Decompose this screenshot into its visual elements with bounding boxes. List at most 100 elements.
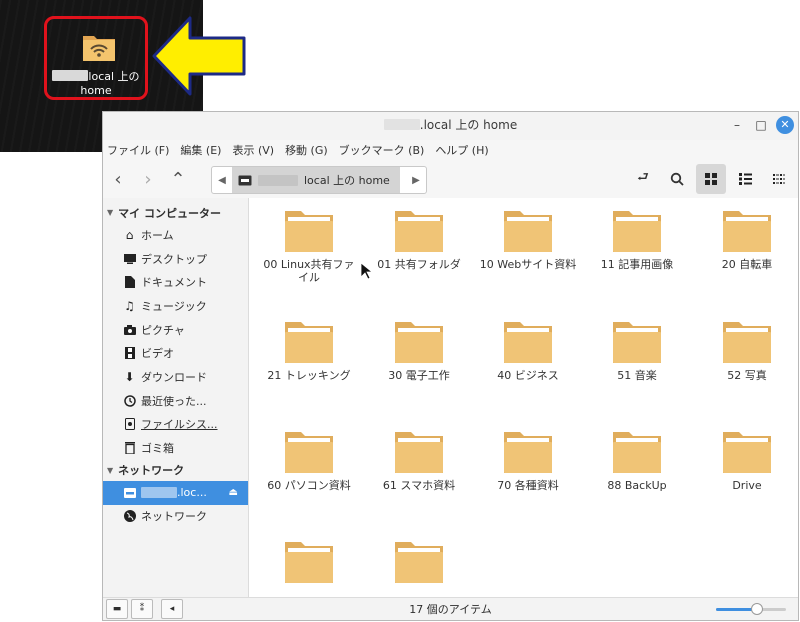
redacted-text <box>258 174 298 186</box>
redacted-text <box>141 487 177 499</box>
sidebar-section-network[interactable]: ▼ ネットワーク <box>103 460 248 481</box>
camera-icon <box>123 323 136 336</box>
sidebar: ▼ マイ コンピューター ⌂ ホーム デスクトップ ドキュメント ♫ ミュージック ピ… <box>103 198 249 598</box>
folder-item[interactable]: 51 音楽 <box>587 319 687 382</box>
path-left-arrow-icon[interactable]: ◀ <box>212 175 232 186</box>
sidebar-item-home[interactable]: ⌂ ホーム <box>103 223 248 247</box>
compact-view-button[interactable] <box>764 164 794 194</box>
sidebar-item-network-share[interactable]: .loc... ⏏ <box>103 480 248 505</box>
sidebar-item-desktop[interactable]: デスクトップ <box>103 247 248 271</box>
sidebar-item-pictures[interactable]: ピクチャ <box>103 318 248 342</box>
folder-icon <box>285 432 333 473</box>
sidebar-item-videos[interactable]: ビデオ <box>103 341 248 365</box>
folder-item[interactable]: 21 トレッキング <box>259 319 359 382</box>
folder-icon <box>723 322 771 363</box>
menu-go[interactable]: 移動 (G) <box>285 142 328 158</box>
folder-item[interactable]: 60 パソコン資料 <box>259 429 359 492</box>
file-manager-window: .local 上の home – □ ✕ ファイル (F) 編集 (E) 表示 … <box>102 111 799 621</box>
sidebar-item-filesystem[interactable]: ファイルシス... <box>103 413 248 437</box>
folder-name: 61 スマホ資料 <box>382 479 456 492</box>
folder-icon <box>285 211 333 252</box>
chevron-left-icon: ‹ <box>114 168 122 190</box>
statusbar: ▬ ⁑ ◂ 17 個のアイテム <box>103 597 798 620</box>
folder-icon <box>504 432 552 473</box>
folder-icon <box>395 542 443 583</box>
folder-item[interactable]: 01 共有フォルダ <box>369 208 469 271</box>
folder-name: 88 BackUp <box>607 479 667 492</box>
chevron-up-icon: ⌃ <box>170 168 186 190</box>
folder-item[interactable]: 11 記事用画像 <box>587 208 687 271</box>
folder-icon <box>504 211 552 252</box>
network-drive-icon <box>238 175 252 185</box>
folder-name: Drive <box>732 479 762 492</box>
sidebar-item-music[interactable]: ♫ ミュージック <box>103 294 248 318</box>
redacted-text <box>52 70 89 81</box>
folder-item[interactable]: 70 各種資料 <box>478 429 578 492</box>
sidebar-item-downloads[interactable]: ⬇ ダウンロード <box>103 365 248 389</box>
sidebar-item-documents[interactable]: ドキュメント <box>103 270 248 294</box>
toolbar: ‹ › ⌃ ◀ local 上の home ▶ ⮐ <box>103 160 798 198</box>
back-button[interactable]: ‹ <box>103 164 133 194</box>
menu-view[interactable]: 表示 (V) <box>232 142 274 158</box>
path-right-arrow-icon[interactable]: ▶ <box>406 175 426 186</box>
folder-name: 11 記事用画像 <box>600 258 674 271</box>
folder-item[interactable]: 00 Linux共有ファイル <box>259 208 359 284</box>
expand-triangle-icon: ▼ <box>107 465 114 475</box>
search-icon <box>670 172 684 186</box>
folder-item[interactable]: 52 写真 <box>697 319 797 382</box>
sidebar-item-recent[interactable]: 最近使った... <box>103 389 248 413</box>
clock-icon <box>123 394 136 407</box>
folder-icon <box>723 432 771 473</box>
menu-file[interactable]: ファイル (F) <box>107 142 169 158</box>
home-icon: ⌂ <box>125 227 134 242</box>
folder-item[interactable]: 40 ビジネス <box>478 319 578 382</box>
up-button[interactable]: ⌃ <box>163 164 193 194</box>
list-view-icon <box>738 173 752 185</box>
document-icon <box>123 276 136 289</box>
menu-bookmarks[interactable]: ブックマーク (B) <box>339 142 425 158</box>
download-icon: ⬇ <box>124 369 135 384</box>
folder-icon <box>395 322 443 363</box>
folder-item[interactable]: 20 自転車 <box>697 208 797 271</box>
path-crumb[interactable]: local 上の home <box>232 167 400 193</box>
zoom-slider[interactable] <box>716 603 786 615</box>
file-grid: 00 Linux共有ファイル 01 共有フォルダ 10 Webサイト資料 11 記事用… <box>249 198 798 598</box>
mouse-cursor-icon <box>360 262 374 280</box>
window-title: .local 上の home <box>419 118 518 132</box>
minimize-button[interactable]: – <box>728 116 746 134</box>
compact-view-icon <box>773 174 785 184</box>
sidebar-item-network[interactable]: ネットワーク <box>103 505 248 529</box>
folder-name: 52 写真 <box>727 369 767 382</box>
folder-item[interactable]: 30 電子工作 <box>369 319 469 382</box>
list-view-button[interactable] <box>730 164 760 194</box>
folder-name: 01 共有フォルダ <box>377 258 461 271</box>
sidebar-section-computer[interactable]: ▼ マイ コンピューター <box>103 202 248 223</box>
folder-item[interactable]: Drive <box>697 429 797 492</box>
folder-item[interactable]: 88 BackUp <box>587 429 687 492</box>
eject-icon[interactable]: ⏏ <box>229 487 238 498</box>
sidebar-item-trash[interactable]: ゴミ箱 <box>103 436 248 460</box>
toggle-location-button[interactable]: ⮐ <box>628 164 658 194</box>
close-button[interactable]: ✕ <box>776 116 794 134</box>
folder-icon <box>395 211 443 252</box>
folder-icon <box>285 542 333 583</box>
music-icon: ♫ <box>124 298 135 313</box>
folder-item[interactable]: 61 スマホ資料 <box>369 429 469 492</box>
grid-view-icon <box>705 173 717 185</box>
desktop-network-home-icon[interactable]: local 上の home <box>44 16 148 100</box>
location-toggle-icon: ⮐ <box>637 170 649 185</box>
expand-triangle-icon: ▼ <box>107 208 114 217</box>
folder-item[interactable] <box>259 539 359 589</box>
folder-item[interactable] <box>369 539 469 589</box>
folder-name: 21 トレッキング <box>267 369 351 382</box>
icon-view-button[interactable] <box>696 164 726 194</box>
forward-button[interactable]: › <box>133 164 163 194</box>
folder-item[interactable]: 10 Webサイト資料 <box>478 208 578 271</box>
zoom-knob[interactable] <box>750 603 763 615</box>
folder-icon <box>613 322 661 363</box>
menu-help[interactable]: ヘルプ (H) <box>435 142 488 158</box>
menu-edit[interactable]: 編集 (E) <box>180 142 221 158</box>
maximize-button[interactable]: □ <box>752 116 770 134</box>
folder-name: 30 電子工作 <box>388 369 450 382</box>
search-button[interactable] <box>662 164 692 194</box>
